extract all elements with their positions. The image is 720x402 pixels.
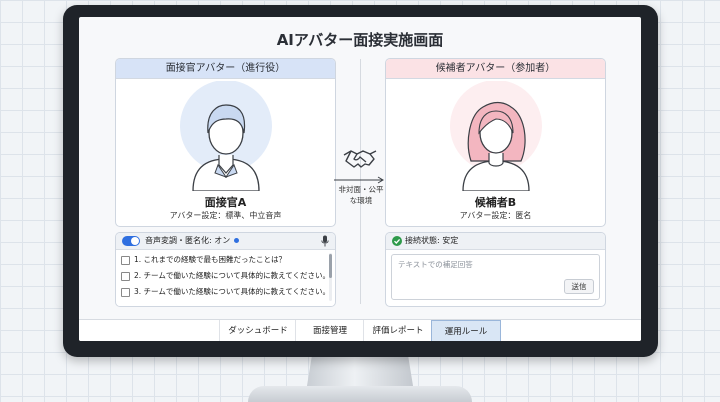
status-input-panel: 接続状態: 安定 テキストでの補足回答 送信 — [385, 232, 606, 307]
interviewer-name: 面接官A — [204, 196, 247, 209]
interviewer-avatar-icon — [179, 81, 272, 191]
screen: AIアバター面接実施画面 面接官アバター（進行役） 面接官A アバター設定：標準… — [79, 17, 641, 341]
active-dot-icon — [234, 238, 240, 243]
voice-anonymize-toggle[interactable] — [122, 236, 140, 246]
question-item[interactable]: 1. これまでの経験で最も困難だったことは？ — [121, 253, 286, 267]
question-checkbox[interactable] — [121, 271, 130, 281]
interviewer-avatar — [116, 79, 335, 191]
candidate-avatar-icon — [449, 81, 542, 191]
candidate-name: 候補者B — [474, 196, 517, 209]
question-text: 2. チームで働いた経験について具体的に教えてください。 — [134, 271, 330, 280]
connection-status: 接続状態: 安定 — [405, 236, 459, 245]
check-circle-icon — [392, 236, 402, 246]
status-panel-header: 接続状態: 安定 — [386, 233, 605, 250]
candidate-avatar — [386, 79, 605, 191]
candidate-panel-header: 候補者アバター（参加者） — [386, 59, 605, 79]
handshake-icon — [343, 150, 377, 168]
page-title: AIアバター面接実施画面 — [276, 31, 444, 49]
candidate-setting: アバター設定：匿名 — [459, 211, 532, 220]
interviewer-setting: アバター設定：標準、中立音声 — [169, 211, 282, 220]
question-item[interactable]: 2. チームで働いた経験について具体的に教えてください。 — [121, 269, 330, 283]
voice-question-panel: 音声変調・匿名化: オン 1. これまでの経験で最も困難だったことは？ 2. チ… — [115, 232, 336, 307]
environment-label: 非対面・公平 な環境 — [330, 184, 392, 206]
voice-toggle-label-text: 音声変調・匿名化: オン — [145, 236, 231, 245]
monitor-stand-base — [248, 386, 472, 402]
voice-panel-header: 音声変調・匿名化: オン — [116, 233, 335, 250]
nav-item-dashboard[interactable]: ダッシュボード — [219, 320, 296, 341]
send-button[interactable]: 送信 — [564, 279, 594, 294]
voice-toggle-label: 音声変調・匿名化: オン — [145, 233, 240, 249]
environment-label-line1: 非対面・公平 — [338, 185, 384, 194]
supplementary-answer-input[interactable]: テキストでの補足回答 送信 — [391, 254, 600, 300]
scrollbar-thumb[interactable] — [329, 254, 332, 278]
candidate-panel: 候補者アバター（参加者） 候補者B アバター設定：匿名 — [385, 58, 606, 227]
supplementary-answer-placeholder: テキストでの補足回答 — [398, 260, 473, 269]
microphone-icon[interactable] — [321, 235, 329, 247]
nav-item-evaluation-report[interactable]: 評価レポート — [363, 320, 432, 341]
interviewer-panel: 面接官アバター（進行役） 面接官A アバター設定：標準、中立音声 — [115, 58, 336, 227]
bottom-navigation: ダッシュボード 面接管理 評価レポート 運用ルール — [79, 319, 641, 341]
nav-item-operation-rules[interactable]: 運用ルール — [431, 320, 501, 341]
nav-item-interview-management[interactable]: 面接管理 — [295, 320, 364, 341]
question-text: 3. チームで働いた経験について具体的に教えてください。 — [134, 287, 330, 296]
arrow-right-icon — [334, 176, 384, 184]
list-fade — [116, 296, 335, 306]
question-text: 1. これまでの経験で最も困難だったことは？ — [134, 255, 287, 264]
interviewer-panel-header: 面接官アバター（進行役） — [116, 59, 335, 79]
question-checkbox[interactable] — [121, 255, 130, 265]
environment-label-line2: な環境 — [349, 196, 373, 205]
